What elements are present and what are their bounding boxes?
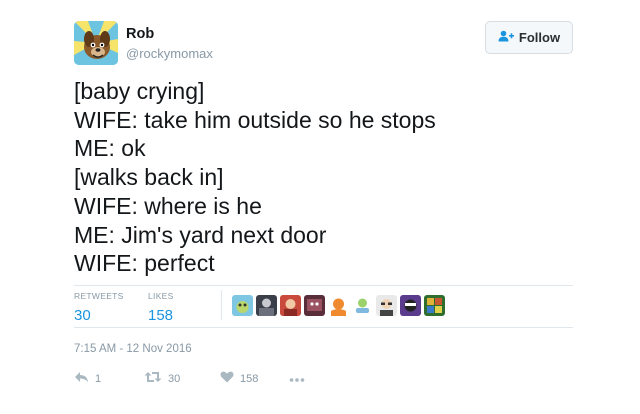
liker-avatars [232, 295, 445, 316]
liker-avatar[interactable] [280, 295, 301, 316]
like-action-count: 158 [240, 373, 259, 385]
more-icon [289, 370, 305, 388]
reply-button[interactable]: 1 [74, 370, 101, 388]
tweet-line: [walks back in] [74, 164, 224, 191]
more-button[interactable] [289, 370, 305, 388]
likes-stat[interactable]: LIKES 158 [148, 291, 174, 324]
tweet-text: [baby crying] WIFE: take him outside so … [74, 77, 594, 278]
tweet-line: ME: ok [74, 135, 146, 162]
retweets-count: 30 [74, 307, 91, 324]
likes-count: 158 [148, 307, 174, 324]
retweets-stat[interactable]: RETWEETS 30 [74, 291, 124, 324]
tweet-timestamp[interactable]: 7:15 AM - 12 Nov 2016 [74, 343, 192, 355]
divider-top [74, 285, 573, 286]
likes-label: LIKES [148, 291, 174, 301]
user-name[interactable]: Rob [126, 26, 154, 42]
retweet-icon [144, 370, 162, 388]
follow-button[interactable]: Follow [485, 21, 573, 54]
liker-avatar[interactable] [424, 295, 445, 316]
tweet-line: WIFE: perfect [74, 250, 215, 277]
tweet-line: WIFE: take him outside so he stops [74, 106, 436, 133]
stats-separator [221, 290, 222, 320]
reply-count: 1 [95, 373, 102, 385]
user-handle[interactable]: @rockymomax [126, 46, 213, 61]
user-avatar[interactable] [74, 21, 118, 65]
follow-user-icon [498, 29, 514, 47]
like-button[interactable]: 158 [220, 370, 258, 388]
liker-avatar[interactable] [232, 295, 253, 316]
tweet-line: ME: Jim's yard next door [74, 221, 327, 248]
retweet-button[interactable]: 30 [144, 370, 180, 388]
liker-avatar[interactable] [400, 295, 421, 316]
liker-avatar[interactable] [376, 295, 397, 316]
liker-avatar[interactable] [256, 295, 277, 316]
liker-avatar[interactable] [304, 295, 325, 316]
heart-icon [220, 370, 234, 388]
reply-icon [74, 370, 89, 388]
liker-avatar[interactable] [352, 295, 373, 316]
tweet-line: [baby crying] [74, 78, 205, 104]
retweet-action-count: 30 [168, 373, 181, 385]
retweets-label: RETWEETS [74, 291, 124, 301]
divider-bottom [74, 327, 573, 328]
tweet-line: WIFE: where is he [74, 192, 262, 219]
follow-button-label: Follow [518, 30, 561, 45]
liker-avatar[interactable] [328, 295, 349, 316]
